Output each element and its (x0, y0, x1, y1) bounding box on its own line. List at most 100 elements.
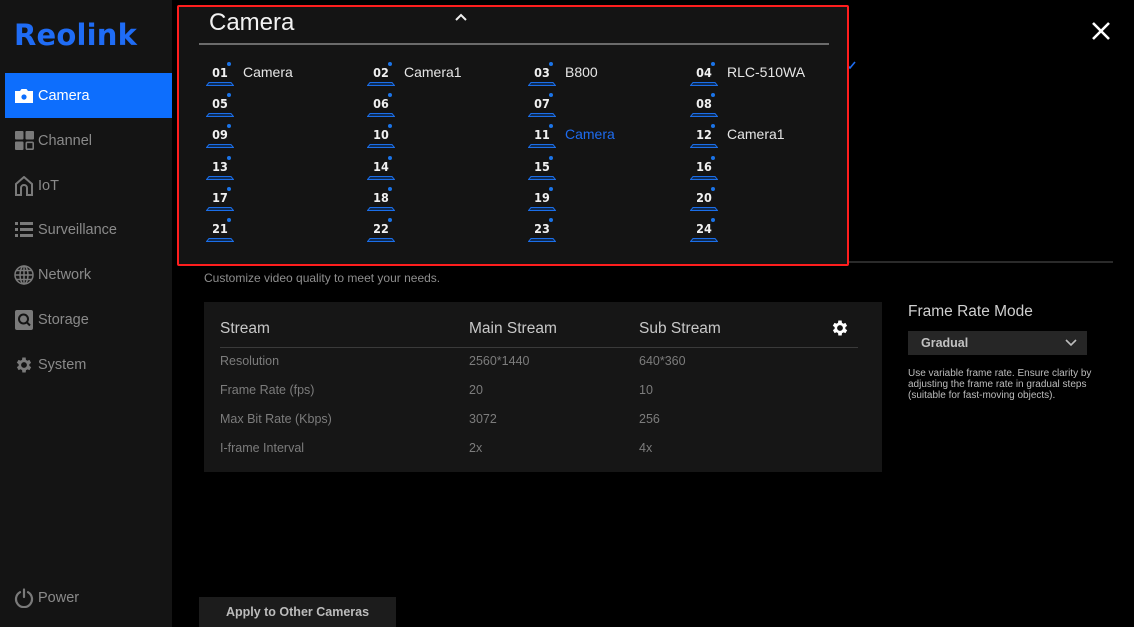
chevron-down-icon (1065, 339, 1077, 347)
stream-table: Stream Main Stream Sub Stream Resolution… (204, 302, 882, 472)
header-main-stream: Main Stream (469, 320, 557, 337)
frame-rate-mode-value: Gradual (921, 336, 969, 350)
channel-item[interactable]: 20 (690, 184, 840, 214)
camera-base-icon (690, 82, 718, 86)
channel-item[interactable]: 22 (367, 215, 517, 245)
channel-number: 19 (534, 190, 550, 205)
row-main-value: 20 (469, 383, 483, 397)
grid-icon (13, 130, 35, 152)
channel-item[interactable]: 21 (206, 215, 356, 245)
power-label: Power (38, 589, 80, 606)
channel-number: 01 (212, 65, 228, 80)
channel-item[interactable]: 12 Camera1 (690, 121, 840, 151)
dropdown-divider (199, 43, 829, 45)
header-stream: Stream (220, 320, 270, 337)
channel-item[interactable]: 18 (367, 184, 517, 214)
row-sub-value: 640*360 (639, 354, 686, 368)
close-button[interactable] (1089, 19, 1113, 43)
channel-item[interactable]: 01 Camera (206, 59, 356, 89)
channel-item[interactable]: 17 (206, 184, 356, 214)
sidebar-item-label: Surveillance (38, 221, 117, 238)
channel-item[interactable]: 23 (528, 215, 678, 245)
camera-base-icon (528, 144, 556, 148)
channel-name: Camera1 (727, 126, 785, 142)
gear-icon (832, 320, 848, 336)
camera-base-icon (690, 113, 718, 117)
channel-item[interactable]: 15 (528, 153, 678, 183)
camera-base-icon (367, 207, 395, 211)
section-description: Customize video quality to meet your nee… (204, 271, 441, 285)
camera-base-icon (528, 82, 556, 86)
channel-item[interactable]: 19 (528, 184, 678, 214)
channel-item[interactable]: 02 Camera1 (367, 59, 517, 89)
channel-item[interactable]: 11 Camera (528, 121, 678, 151)
row-label: Resolution (220, 354, 280, 368)
camera-base-icon (206, 176, 234, 180)
channel-number: 24 (696, 221, 712, 236)
camera-base-icon (690, 144, 718, 148)
header-sub-stream: Sub Stream (639, 320, 721, 337)
camera-base-icon (528, 238, 556, 242)
channel-item[interactable]: 05 (206, 90, 356, 120)
channel-item[interactable]: 14 (367, 153, 517, 183)
frame-rate-mode-select[interactable]: Gradual (908, 331, 1087, 355)
row-sub-value: 4x (639, 441, 653, 455)
channel-number: 16 (696, 159, 712, 174)
channel-number: 02 (373, 65, 389, 80)
sidebar-item-iot[interactable]: IoT (5, 163, 172, 208)
camera-base-icon (528, 113, 556, 117)
sidebar-item-label: Camera (38, 87, 90, 104)
sidebar-item-network[interactable]: Network (5, 252, 172, 297)
row-label: Frame Rate (fps) (220, 383, 315, 397)
channel-number: 08 (696, 96, 712, 111)
channel-number: 18 (373, 190, 389, 205)
sidebar-item-channel[interactable]: Channel (5, 118, 172, 163)
sidebar-item-camera[interactable]: Camera (5, 73, 172, 118)
channel-number: 21 (212, 221, 228, 236)
stream-settings-button[interactable] (830, 318, 850, 338)
channel-item[interactable]: 03 B800 (528, 59, 678, 89)
channel-name: Camera1 (404, 64, 462, 80)
sidebar-item-label: System (38, 356, 87, 373)
sidebar-item-system[interactable]: System (5, 342, 172, 387)
channel-name: B800 (565, 64, 598, 80)
sidebar-item-surveillance[interactable]: Surveillance (5, 207, 172, 252)
row-sub-value: 256 (639, 412, 660, 426)
frame-rate-mode-label: Frame Rate Mode (908, 303, 1033, 320)
chevron-up-icon (455, 13, 467, 21)
power-button[interactable]: Power (5, 575, 172, 620)
camera-base-icon (690, 207, 718, 211)
row-sub-value: 10 (639, 383, 653, 397)
channel-number: 05 (212, 96, 228, 111)
hdd-icon (13, 309, 35, 331)
channel-number: 20 (696, 190, 712, 205)
channel-item[interactable]: 08 (690, 90, 840, 120)
channel-number: 15 (534, 159, 550, 174)
row-label: Max Bit Rate (Kbps) (220, 412, 332, 426)
channel-item[interactable]: 24 (690, 215, 840, 245)
channel-item[interactable]: 10 (367, 121, 517, 151)
sidebar-item-label: Storage (38, 311, 89, 328)
camera-base-icon (367, 144, 395, 148)
collapse-button[interactable] (453, 10, 469, 26)
channel-item[interactable]: 16 (690, 153, 840, 183)
channel-name: RLC-510WA (727, 64, 806, 80)
channel-number: 09 (212, 127, 228, 142)
channel-number: 11 (534, 127, 550, 142)
list-icon (13, 219, 35, 241)
channel-item[interactable]: 06 (367, 90, 517, 120)
channel-number: 23 (534, 221, 550, 236)
camera-base-icon (367, 113, 395, 117)
channel-item[interactable]: 09 (206, 121, 356, 151)
sidebar-item-label: Channel (38, 132, 93, 149)
apply-to-other-cameras-button[interactable]: Apply to Other Cameras (199, 597, 396, 627)
channel-item[interactable]: 07 (528, 90, 678, 120)
camera-base-icon (206, 82, 234, 86)
sidebar-item-storage[interactable]: Storage (5, 297, 172, 342)
globe-icon (13, 264, 35, 286)
channel-item[interactable]: 04 RLC-510WA (690, 59, 840, 89)
gear-icon (13, 354, 35, 376)
channel-item[interactable]: 13 (206, 153, 356, 183)
camera-base-icon (528, 176, 556, 180)
channel-number: 03 (534, 65, 550, 80)
